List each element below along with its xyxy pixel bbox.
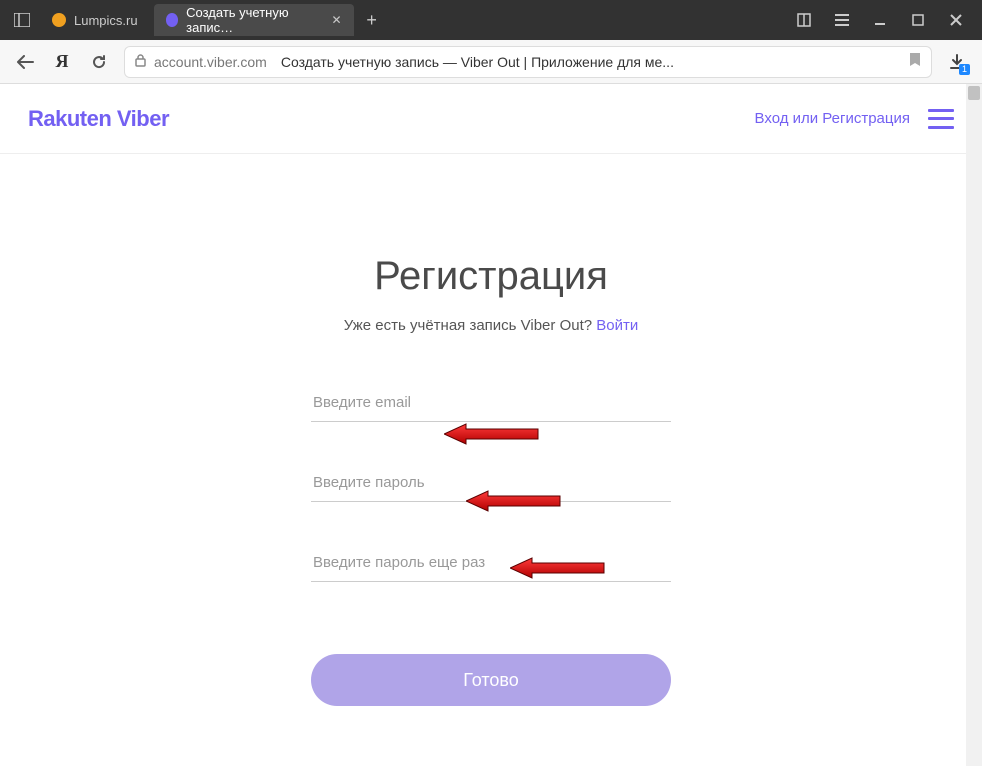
address-bar-row: Я account.viber.com Создать учетную запи… xyxy=(0,40,982,84)
submit-button[interactable]: Готово xyxy=(311,654,671,706)
page-viewport: Rakuten Viber Вход или Регистрация Регис… xyxy=(0,84,982,766)
tab-lumpics[interactable]: Lumpics.ru xyxy=(40,4,150,36)
close-window-button[interactable] xyxy=(938,6,974,34)
browser-tab-strip: Lumpics.ru Создать учетную запис… ✕ + xyxy=(0,0,982,40)
maximize-button[interactable] xyxy=(900,6,936,34)
site-header: Rakuten Viber Вход или Регистрация xyxy=(0,84,982,154)
minimize-button[interactable] xyxy=(862,6,898,34)
hamburger-menu-icon[interactable] xyxy=(928,109,954,129)
url-domain: account.viber.com xyxy=(154,54,267,70)
reader-mode-icon[interactable] xyxy=(786,6,822,34)
download-badge: 1 xyxy=(959,64,970,75)
tab-title: Lumpics.ru xyxy=(74,13,138,28)
lock-icon xyxy=(135,54,146,70)
login-or-register-link[interactable]: Вход или Регистрация xyxy=(755,110,910,127)
back-button[interactable] xyxy=(10,47,40,77)
close-tab-icon[interactable]: ✕ xyxy=(332,13,342,27)
rakuten-viber-logo[interactable]: Rakuten Viber xyxy=(28,106,169,132)
window-controls xyxy=(786,6,974,34)
address-bar[interactable]: account.viber.com Создать учетную запись… xyxy=(124,46,932,78)
registration-form: Регистрация Уже есть учётная запись Vibe… xyxy=(311,254,671,706)
new-tab-button[interactable]: + xyxy=(358,6,386,34)
login-link[interactable]: Войти xyxy=(596,317,638,334)
tab-viber-signup[interactable]: Создать учетную запис… ✕ xyxy=(154,4,354,36)
password-input[interactable] xyxy=(311,464,671,502)
reload-button[interactable] xyxy=(84,47,114,77)
favicon-icon xyxy=(166,13,179,27)
bookmark-icon[interactable] xyxy=(909,52,921,72)
scrollbar-thumb[interactable] xyxy=(968,86,980,100)
favicon-icon xyxy=(52,13,66,27)
sidebar-toggle-icon[interactable] xyxy=(8,6,36,34)
email-input[interactable] xyxy=(311,384,671,422)
already-text: Уже есть учётная запись Viber Out? xyxy=(344,317,597,334)
url-title: Создать учетную запись — Viber Out | При… xyxy=(281,54,674,70)
downloads-button[interactable]: 1 xyxy=(942,47,972,77)
menu-icon[interactable] xyxy=(824,6,860,34)
password-confirm-input[interactable] xyxy=(311,544,671,582)
already-have-account: Уже есть учётная запись Viber Out? Войти xyxy=(311,317,671,334)
form-title: Регистрация xyxy=(311,254,671,299)
vertical-scrollbar[interactable] xyxy=(966,84,982,766)
tab-title: Создать учетную запис… xyxy=(186,5,323,35)
yandex-logo-icon[interactable]: Я xyxy=(50,50,74,74)
